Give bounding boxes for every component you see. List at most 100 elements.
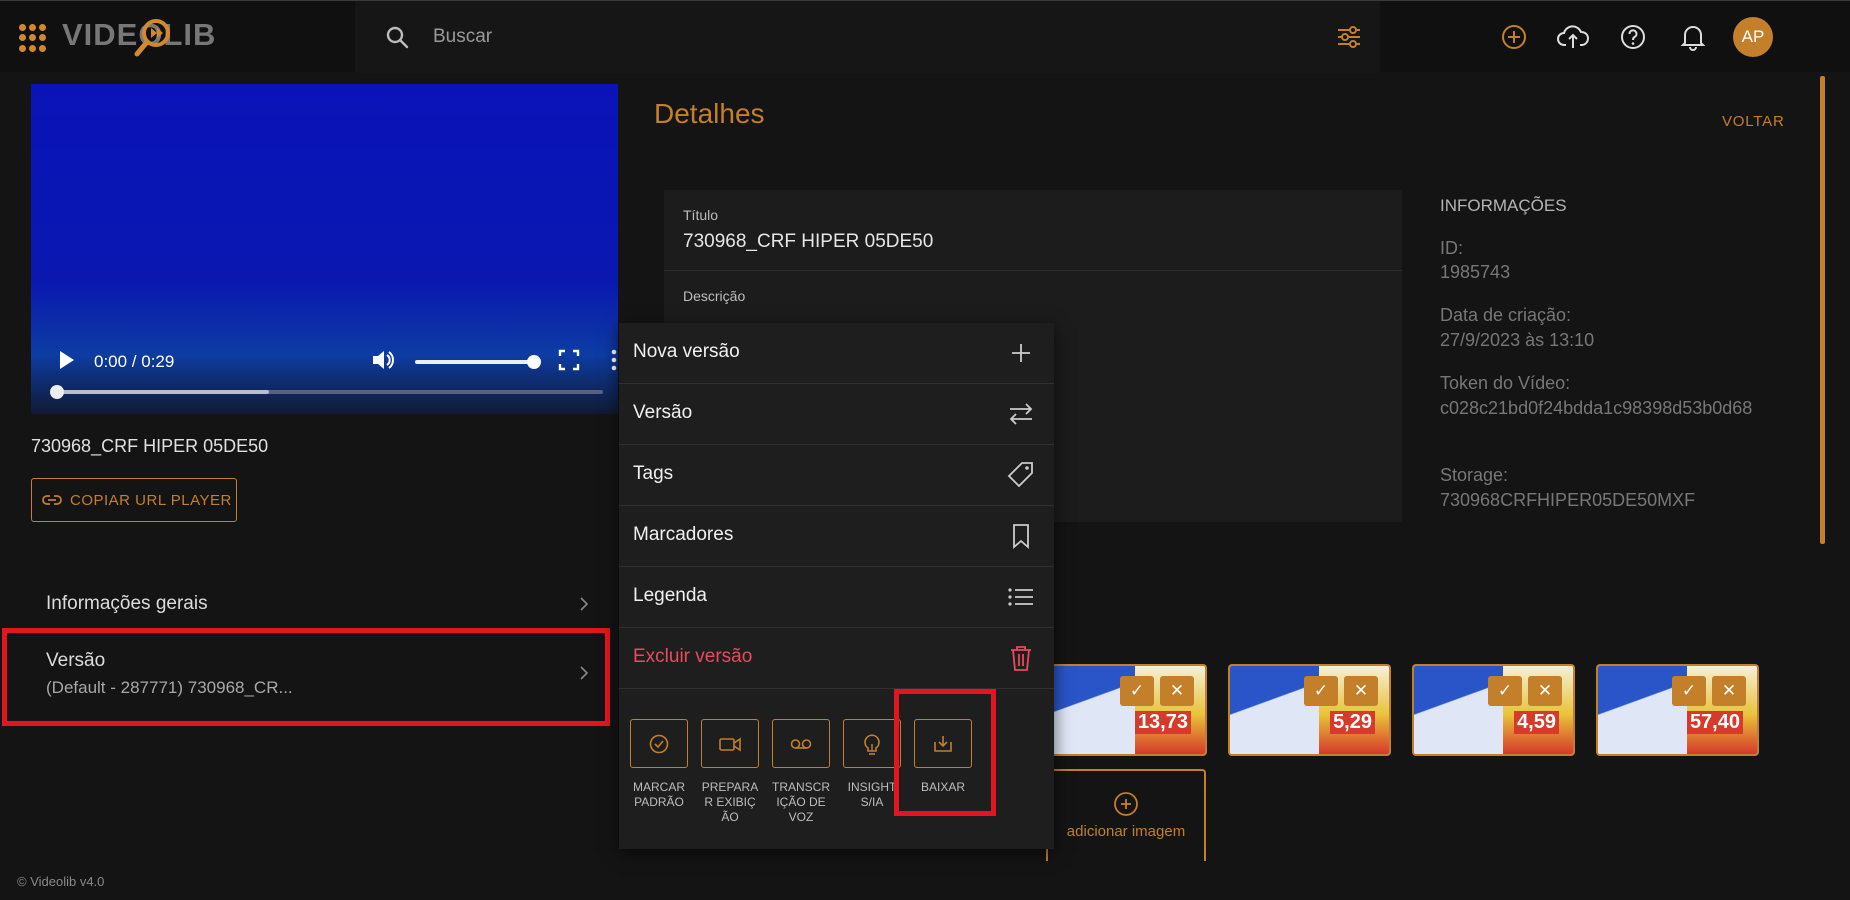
avatar[interactable]: AP	[1733, 17, 1773, 57]
video-buffer-bar	[56, 390, 270, 394]
close-icon[interactable]: ✕	[1528, 676, 1562, 706]
thumbnail-price: 13,73	[1134, 711, 1191, 734]
sidebar-item-general-info[interactable]: Informações gerais	[0, 575, 608, 629]
check-icon[interactable]: ✓	[1120, 676, 1154, 706]
add-image-button[interactable]: adicionar imagem	[1046, 769, 1206, 861]
help-icon[interactable]	[1617, 21, 1649, 53]
copy-url-player-label: COPIAR URL PLAYER	[70, 491, 232, 509]
info-created-value: 27/9/2023 às 13:10	[1440, 330, 1595, 350]
title-field[interactable]: 730968_CRF HIPER 05DE50	[683, 231, 933, 253]
menu-item-new-version[interactable]: Nova versão	[619, 323, 1054, 384]
check-icon[interactable]: ✓	[1304, 676, 1338, 706]
volume-knob[interactable]	[527, 355, 541, 369]
cloud-upload-icon[interactable]	[1557, 21, 1589, 53]
back-button[interactable]: VOLTAR	[1722, 113, 1785, 130]
more-vertical-icon[interactable]	[601, 347, 618, 373]
bell-icon[interactable]	[1677, 21, 1709, 53]
insights-ai-button[interactable]: INSIGHTS/IA	[843, 719, 901, 810]
info-heading: INFORMAÇÕES	[1440, 196, 1567, 215]
voice-transcription-button[interactable]: TRANSCRIÇÃO DE VOZ	[772, 719, 830, 825]
video-controls: 0:00 / 0:29	[31, 334, 618, 414]
page-title: Detalhes	[654, 98, 765, 129]
highlight-box-download	[894, 689, 996, 816]
bookmark-icon	[1013, 524, 1029, 549]
plus-icon	[1012, 344, 1030, 362]
info-id-value: 1985743	[1440, 262, 1511, 282]
chevron-right-icon	[580, 597, 589, 611]
close-icon[interactable]: ✕	[1344, 676, 1378, 706]
description-field-label: Descrição	[683, 288, 746, 304]
mark-default-box	[630, 719, 688, 768]
thumbnail-card[interactable]: ✓ ✕ 4,59	[1412, 664, 1575, 756]
video-progress-knob[interactable]	[50, 385, 64, 399]
menu-item-label: Legenda	[633, 585, 707, 606]
play-icon[interactable]	[53, 347, 79, 373]
thumbnail-card[interactable]: ✓ ✕ 5,29	[1228, 664, 1391, 756]
thumbnail-card[interactable]: ✓ ✕ 57,40	[1596, 664, 1759, 756]
title-field-label: Título	[683, 207, 719, 223]
menu-item-label: Tags	[633, 463, 674, 484]
insights-ai-box	[843, 719, 901, 768]
menu-item-label: Excluir versão	[633, 646, 753, 667]
info-token-value: c028c21bd0f24bdda1c98398d53b0d68	[1440, 398, 1753, 418]
check-circle-icon	[649, 734, 669, 753]
action-label: INSIGHTS/IA	[847, 780, 897, 809]
add-image-label: adicionar imagem	[1066, 823, 1186, 840]
filter-sliders-icon[interactable]	[1335, 23, 1363, 51]
menu-item-tags[interactable]: Tags	[619, 445, 1054, 506]
trash-icon	[1011, 646, 1031, 671]
thumbnail-price: 57,40	[1686, 711, 1743, 734]
info-id-label: ID:	[1440, 238, 1464, 258]
close-icon[interactable]: ✕	[1160, 676, 1194, 706]
copy-url-player-button[interactable]: COPIAR URL PLAYER	[31, 478, 237, 522]
logo-magnifier-icon	[134, 19, 170, 57]
sidebar-item-label: Informações gerais	[46, 593, 208, 614]
thumbnail-price: 4,59	[1514, 711, 1559, 734]
lightbulb-icon	[864, 734, 880, 755]
action-label: PREPARAR EXIBIÇÃO	[701, 780, 759, 824]
volume-slider[interactable]	[415, 355, 541, 369]
prepare-display-button[interactable]: PREPARAR EXIBIÇÃO	[701, 719, 759, 825]
swap-icon	[1009, 403, 1033, 425]
video-player[interactable]: 0:00 / 0:29	[31, 84, 618, 414]
menu-item-version[interactable]: Versão	[619, 384, 1054, 445]
tag-icon	[1007, 462, 1033, 488]
voicemail-icon	[790, 738, 812, 749]
apps-grid-icon[interactable]	[19, 24, 47, 52]
scrollbar[interactable]	[1820, 76, 1825, 544]
close-icon[interactable]: ✕	[1712, 676, 1746, 706]
video-progress-bar[interactable]	[50, 385, 603, 399]
check-icon[interactable]: ✓	[1672, 676, 1706, 706]
fullscreen-icon[interactable]	[556, 347, 582, 373]
menu-item-label: Versão	[633, 402, 693, 423]
action-label: MARCAR PADRÃO	[632, 780, 685, 809]
video-title: 730968_CRF HIPER 05DE50	[31, 436, 269, 456]
prepare-display-box	[701, 719, 759, 768]
menu-item-markers[interactable]: Marcadores	[619, 506, 1054, 567]
divider	[664, 270, 1402, 271]
menu-item-label: Marcadores	[633, 524, 734, 545]
info-storage-label: Storage:	[1440, 465, 1509, 485]
action-label: TRANSCRIÇÃO DE VOZ	[772, 780, 831, 824]
highlight-box-version	[2, 628, 610, 726]
check-icon[interactable]: ✓	[1488, 676, 1522, 706]
search-input[interactable]	[433, 23, 1233, 51]
footer: © Videolib v4.0	[17, 874, 105, 889]
video-camera-icon	[719, 737, 741, 751]
menu-item-label: Nova versão	[633, 341, 740, 362]
thumbnail-price: 5,29	[1330, 711, 1375, 734]
menu-item-subtitle[interactable]: Legenda	[619, 567, 1054, 628]
video-time: 0:00 / 0:29	[94, 352, 175, 371]
menu-item-delete-version[interactable]: Excluir versão	[619, 628, 1054, 689]
top-bar: VIDEOLIB AP	[0, 0, 1850, 73]
search-icon	[386, 26, 409, 49]
mark-default-button[interactable]: MARCAR PADRÃO	[630, 719, 688, 810]
info-token-label: Token do Vídeo:	[1440, 373, 1571, 393]
info-storage-value: 730968CRFHIPER05DE50MXF	[1440, 490, 1696, 510]
link-icon	[42, 495, 62, 505]
add-circle-icon	[1114, 792, 1138, 816]
list-icon	[1008, 588, 1033, 606]
thumbnail-card[interactable]: ✓ ✕ 13,73	[1044, 664, 1207, 756]
volume-icon[interactable]	[370, 347, 396, 373]
add-circle-icon[interactable]	[1498, 21, 1530, 53]
